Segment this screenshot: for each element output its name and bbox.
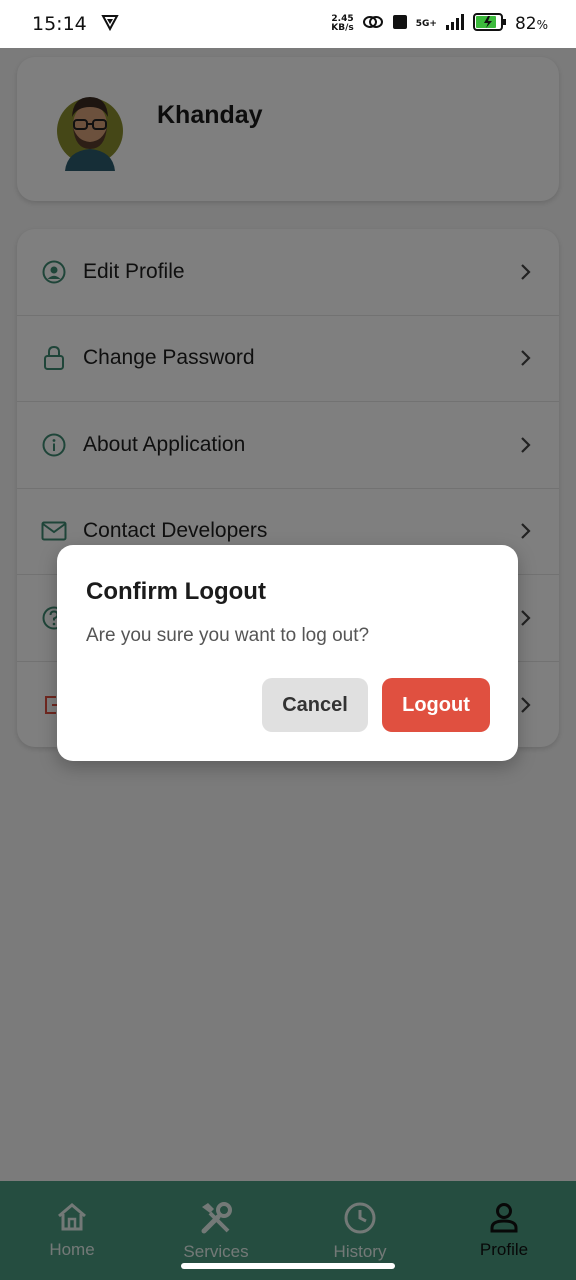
volte-icon (392, 14, 408, 35)
dialog-actions: Cancel Logout (262, 678, 490, 732)
logout-button[interactable]: Logout (382, 678, 490, 732)
net-speed: 2.45 KB/s (331, 14, 354, 33)
vpn-icon (101, 13, 119, 36)
link-icon (362, 14, 384, 35)
dialog-message: Are you sure you want to log out? (86, 625, 370, 646)
status-time: 15:14 (32, 13, 87, 35)
home-indicator[interactable] (181, 1263, 395, 1269)
cancel-button[interactable]: Cancel (262, 678, 368, 732)
logout-dialog: Confirm Logout Are you sure you want to … (57, 545, 518, 761)
network-type: 5G+ (415, 19, 437, 29)
battery-icon (472, 12, 507, 36)
battery-level: 82% (514, 14, 548, 34)
dialog-title: Confirm Logout (86, 578, 266, 605)
status-bar: 15:14 2.45 KB/s 5G+ 82% (0, 0, 576, 48)
signal-icon (445, 13, 465, 35)
